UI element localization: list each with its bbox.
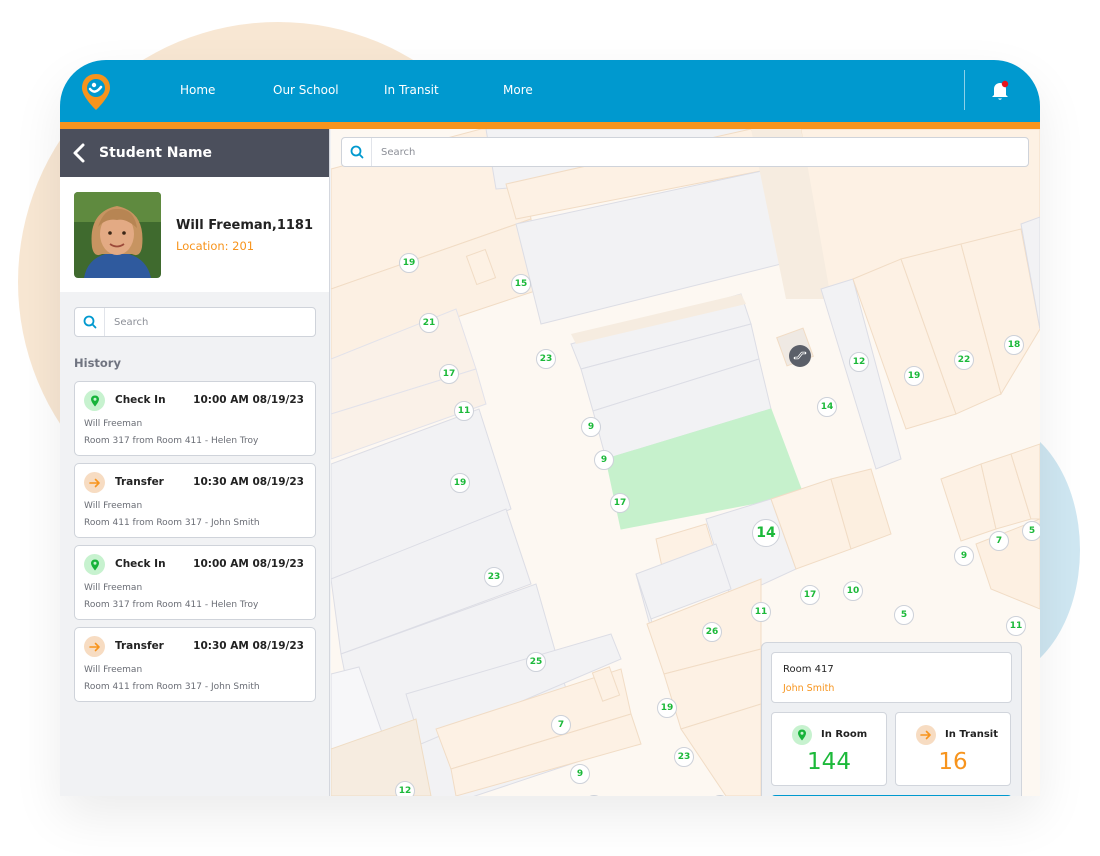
room-marker[interactable]: 5: [894, 605, 914, 625]
notification-dot: [1001, 80, 1009, 88]
in-room-count: 144: [807, 749, 851, 775]
room-marker[interactable]: 11: [751, 602, 771, 622]
highlighted-room-marker[interactable]: 14: [752, 519, 780, 547]
nav-our-school[interactable]: Our School: [273, 83, 339, 97]
arrow-right-icon: [916, 725, 936, 745]
room-info-card: Room 417 John Smith: [771, 652, 1012, 703]
history-type: Transfer: [115, 476, 164, 488]
history-type: Check In: [115, 394, 166, 406]
map-pin-icon: [84, 390, 105, 411]
room-marker[interactable]: 11: [1006, 616, 1026, 636]
room-marker[interactable]: 19: [450, 473, 470, 493]
student-avatar: [74, 192, 161, 278]
room-marker[interactable]: 7: [989, 531, 1009, 551]
room-detail-panel: Room 417 John Smith In Room 144 In Trans…: [761, 642, 1022, 796]
history-time: 10:00 AM 08/19/23: [193, 394, 304, 406]
room-marker[interactable]: 25: [526, 652, 546, 672]
room-marker[interactable]: 9: [570, 764, 590, 784]
sidebar-header: Student Name: [60, 129, 329, 177]
student-profile: Will Freeman,1181 Location: 201: [60, 177, 329, 292]
location-pin-logo-icon[interactable]: [80, 72, 112, 112]
history-time: 10:30 AM 08/19/23: [193, 640, 304, 652]
room-marker[interactable]: 17: [439, 364, 459, 384]
in-room-label: In Room: [821, 729, 868, 740]
chevron-left-icon[interactable]: [72, 141, 92, 165]
map-search-input[interactable]: [372, 138, 1028, 166]
accent-stripe: [60, 122, 1040, 129]
room-marker[interactable]: 5: [1022, 521, 1040, 541]
history-student: Will Freeman: [84, 501, 143, 511]
student-sidebar: Student Name Will Freeman,1181 Location:…: [60, 129, 330, 796]
history-search-input[interactable]: [105, 308, 315, 336]
escalator-icon[interactable]: [789, 345, 811, 367]
floor-map[interactable]: 19 15 21 23 17 11 9 9 19 17 14 12 19 22 …: [331, 129, 1040, 796]
room-teacher: John Smith: [783, 683, 835, 694]
history-time: 10:00 AM 08/19/23: [193, 558, 304, 570]
room-marker[interactable]: 17: [800, 585, 820, 605]
history-detail: Room 317 from Room 411 - Helen Troy: [84, 600, 259, 610]
history-detail: Room 411 from Room 317 - John Smith: [84, 682, 260, 692]
map-pin-icon: [792, 725, 812, 745]
app-window: Home Our School In Transit More Student …: [60, 60, 1040, 796]
history-student: Will Freeman: [84, 665, 143, 675]
history-detail: Room 411 from Room 317 - John Smith: [84, 518, 260, 528]
map-pin-icon: [84, 554, 105, 575]
room-marker[interactable]: 19: [904, 366, 924, 386]
search-icon[interactable]: [75, 308, 105, 336]
room-marker[interactable]: 21: [419, 313, 439, 333]
room-marker[interactable]: 19: [657, 698, 677, 718]
history-search: [74, 307, 316, 337]
nav-divider: [964, 70, 965, 110]
in-transit-stat: In Transit 16: [895, 712, 1011, 786]
room-marker[interactable]: 19: [399, 253, 419, 273]
history-type: Transfer: [115, 640, 164, 652]
history-detail: Room 317 from Room 411 - Helen Troy: [84, 436, 259, 446]
room-marker[interactable]: 23: [484, 567, 504, 587]
room-marker[interactable]: 15: [511, 274, 531, 294]
history-type: Check In: [115, 558, 166, 570]
arrow-right-icon: [84, 636, 105, 657]
room-marker[interactable]: 11: [454, 401, 474, 421]
map-search: [341, 137, 1029, 167]
room-marker[interactable]: 9: [594, 450, 614, 470]
room-name: Room 417: [783, 664, 834, 675]
student-location: Location: 201: [176, 239, 255, 253]
sidebar-title: Student Name: [99, 145, 213, 161]
go-to-room-button[interactable]: GO TO ROOM: [771, 795, 1012, 796]
room-marker[interactable]: 23: [536, 349, 556, 369]
room-marker[interactable]: 12: [395, 781, 415, 796]
in-room-stat: In Room 144: [771, 712, 887, 786]
room-marker[interactable]: 12: [849, 352, 869, 372]
search-icon[interactable]: [342, 138, 372, 166]
room-marker[interactable]: 23: [674, 747, 694, 767]
student-name: Will Freeman,1181: [176, 218, 314, 233]
in-transit-count: 16: [938, 749, 968, 775]
history-item[interactable]: Transfer 10:30 AM 08/19/23 Will Freeman …: [74, 627, 316, 702]
room-marker[interactable]: 9: [581, 417, 601, 437]
room-marker[interactable]: 18: [1004, 335, 1024, 355]
nav-home[interactable]: Home: [180, 83, 215, 97]
arrow-right-icon: [84, 472, 105, 493]
history-time: 10:30 AM 08/19/23: [193, 476, 304, 488]
history-item[interactable]: Transfer 10:30 AM 08/19/23 Will Freeman …: [74, 463, 316, 538]
nav-in-transit[interactable]: In Transit: [384, 83, 439, 97]
room-marker[interactable]: 7: [551, 715, 571, 735]
room-marker[interactable]: 17: [610, 493, 630, 513]
nav-more[interactable]: More: [503, 83, 533, 97]
room-marker[interactable]: 9: [954, 546, 974, 566]
history-item[interactable]: Check In 10:00 AM 08/19/23 Will Freeman …: [74, 545, 316, 620]
history-student: Will Freeman: [84, 419, 143, 429]
in-transit-label: In Transit: [945, 729, 999, 740]
room-marker[interactable]: 14: [817, 397, 837, 417]
top-navigation-bar: Home Our School In Transit More: [60, 60, 1040, 122]
bell-icon[interactable]: [990, 80, 1010, 102]
history-item[interactable]: Check In 10:00 AM 08/19/23 Will Freeman …: [74, 381, 316, 456]
room-marker[interactable]: 22: [954, 350, 974, 370]
room-marker[interactable]: 26: [702, 622, 722, 642]
room-marker[interactable]: 10: [843, 581, 863, 601]
history-student: Will Freeman: [84, 583, 143, 593]
history-heading: History: [74, 356, 121, 370]
